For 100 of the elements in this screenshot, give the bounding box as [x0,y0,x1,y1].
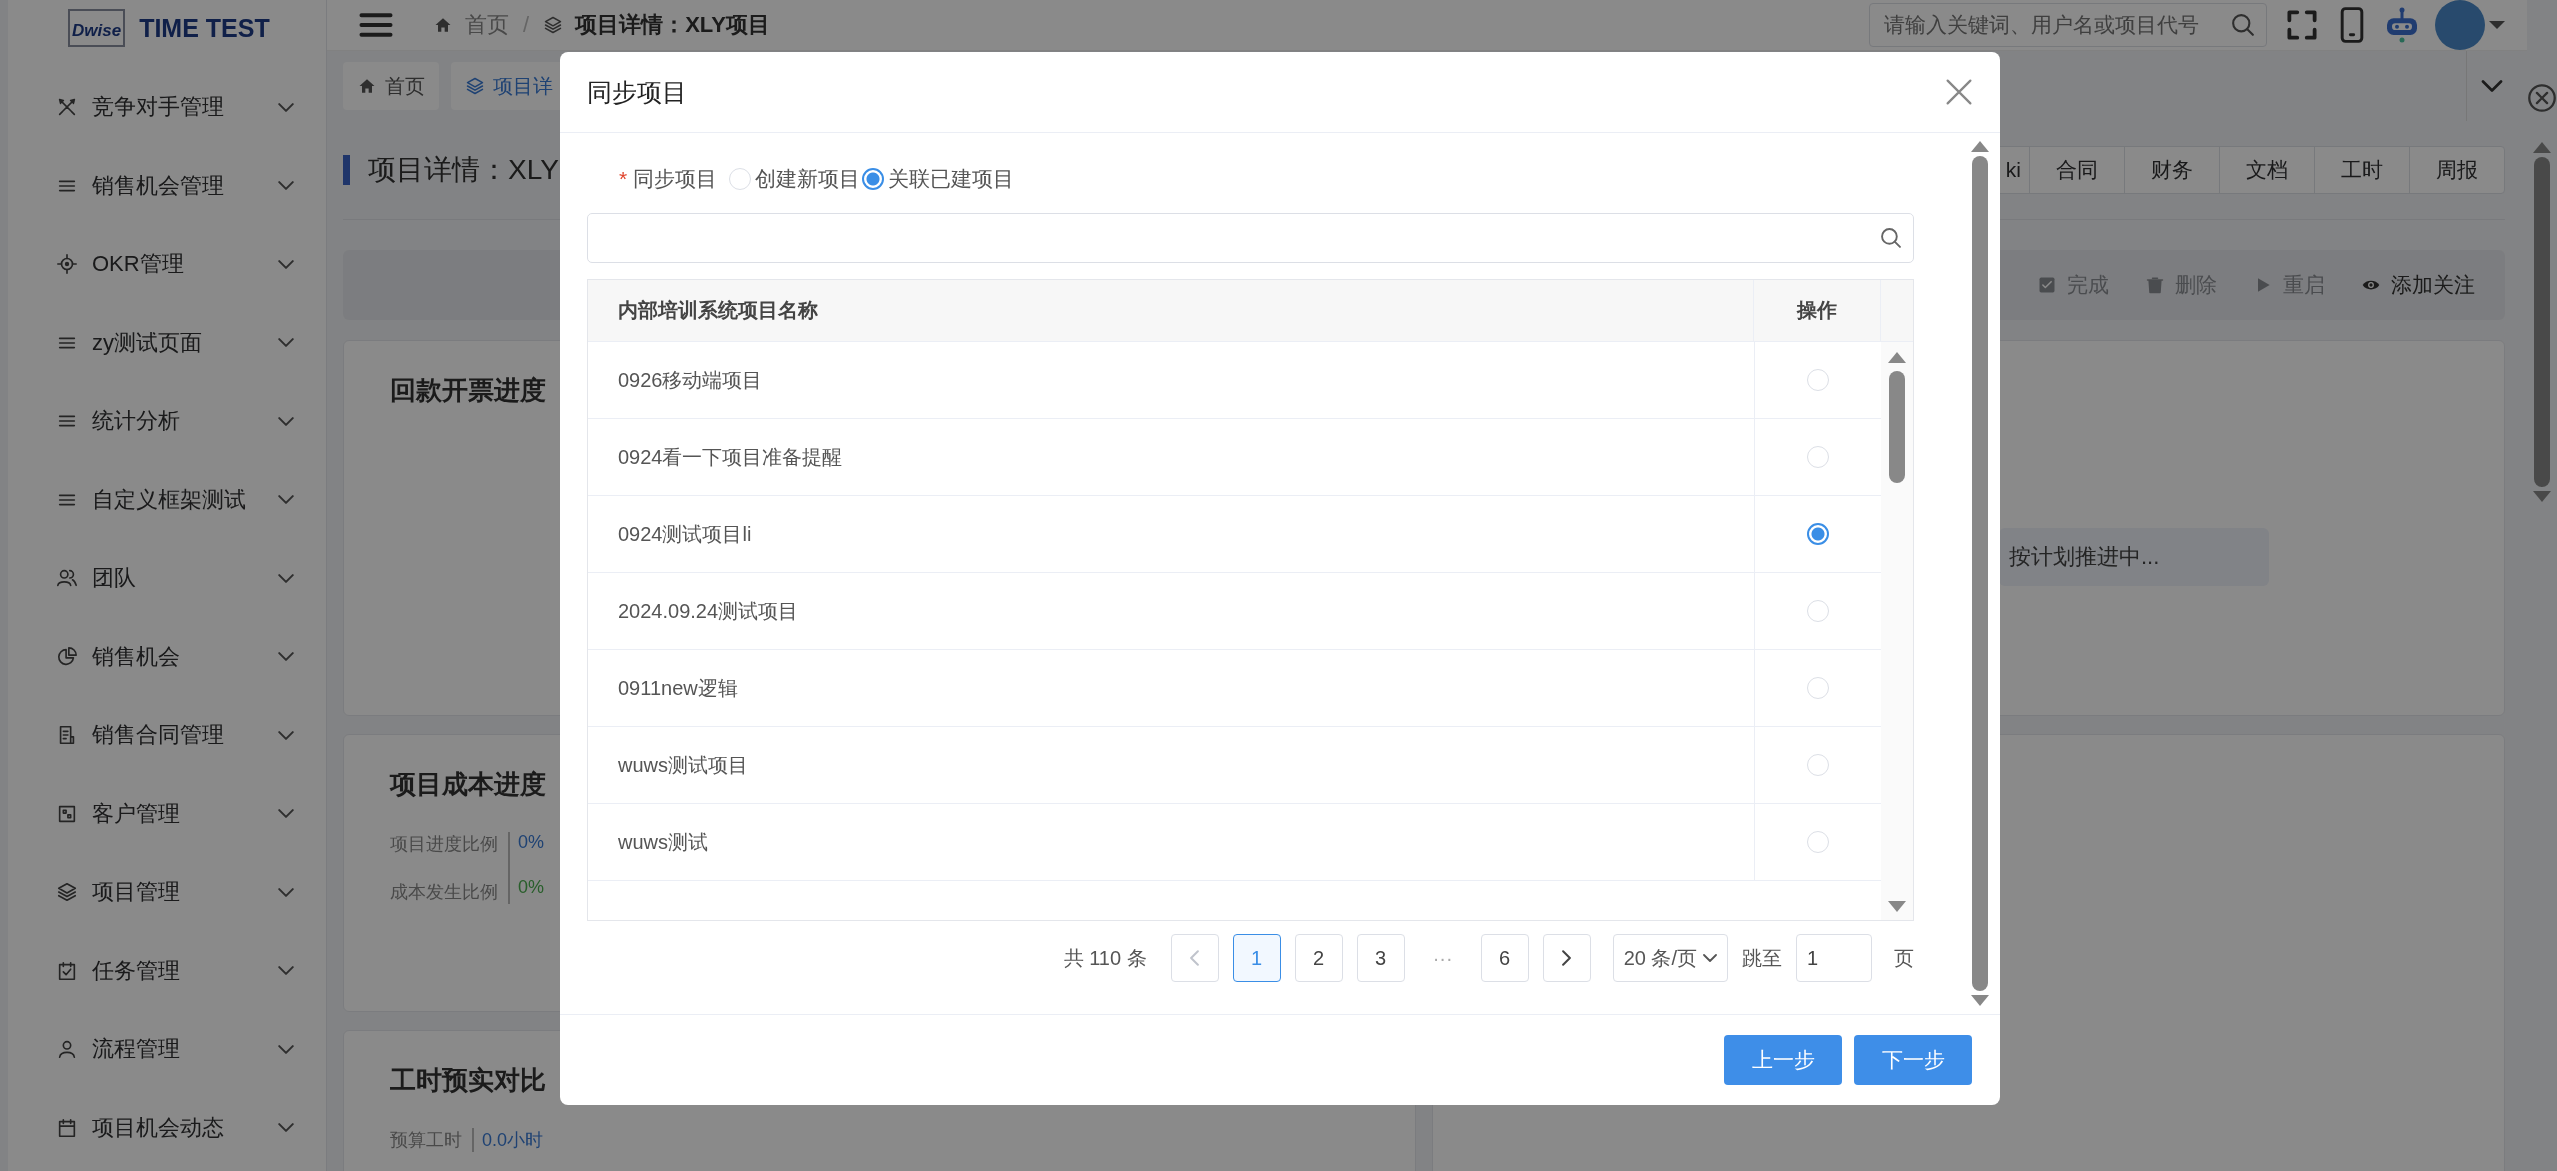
app-title: TIME TEST [139,13,270,43]
sidebar-item[interactable]: zy测试页面 [8,303,326,382]
radio-label[interactable]: 关联已建项目 [888,165,1015,193]
search-icon [1881,228,1901,248]
card-title: 项目成本进度 [390,768,546,801]
calendar-icon [56,1116,78,1139]
search-icon [2232,14,2254,36]
table-cell: 0911new逻辑 [588,650,1755,726]
sidebar-item[interactable]: OKR管理 [8,225,326,304]
search-field[interactable] [587,213,1914,263]
field-label: 同步项目 [633,166,718,192]
page-size-select[interactable]: 20 条/页 [1612,934,1728,982]
table-cell: wuws测试 [588,804,1755,880]
radio-button[interactable] [862,168,885,190]
stat-label: 成本发生比例 [390,881,498,904]
breadcrumb-item: 项目详情：XLY项目 [575,11,770,39]
jump-label: 跳至 [1742,945,1782,971]
sidebar-item[interactable]: 任务管理 [8,931,326,1010]
scrollbar[interactable] [1881,342,1913,920]
dialog-button[interactable]: 下一步 [1854,1035,1972,1085]
stat-label: 项目进度比例 [390,833,498,856]
target-icon [56,253,78,276]
calendar-check-icon [56,959,78,982]
close-circle-icon[interactable] [2528,84,2556,112]
sidebar-item[interactable]: 销售合同管理 [8,696,326,775]
stat-value: 0.0小时 [482,1129,544,1152]
chevron-down-icon [278,181,294,191]
section-tab[interactable]: 文档 [2219,147,2314,193]
chevron-down-icon [278,1044,294,1054]
chevron-down-icon [278,887,294,897]
radio-button[interactable] [1807,523,1829,545]
column-header: 操作 [1795,298,1838,323]
section-tab[interactable]: 周报 [2409,147,2504,193]
page-tab[interactable]: 首页 [343,62,439,110]
layers-icon [543,15,564,35]
logo-mark: Dwise [68,9,126,47]
table-cell: 2024.09.24测试项目 [588,573,1755,649]
sidebar-item-label: 销售机会管理 [92,171,225,200]
chevron-down-icon [278,416,294,426]
status-message: 按计划推进中... [1999,528,2269,586]
sidebar-item[interactable]: 销售机会 [8,617,326,696]
chevron-down-icon [278,259,294,269]
page-button[interactable]: 6 [1480,934,1529,982]
sidebar-item[interactable]: 竞争对手管理 [8,68,326,147]
dialog-title: 同步项目 [587,76,687,108]
sidebar-item[interactable]: 销售机会管理 [8,146,326,225]
sidebar-item[interactable]: 统计分析 [8,382,326,461]
page-button[interactable]: 2 [1294,934,1343,982]
page-button[interactable]: 3 [1356,934,1405,982]
sidebar-item[interactable]: 客户管理 [8,774,326,853]
caret-down-icon[interactable] [2489,21,2505,29]
sidebar-item-label: 项目机会动态 [92,1113,225,1142]
breadcrumb-item[interactable]: 首页 [465,10,509,40]
sidebar-item[interactable]: 项目机会动态 [8,1088,326,1167]
dialog-button[interactable]: 上一步 [1724,1035,1842,1085]
sidebar-item-label: 项目管理 [92,878,181,907]
sidebar-item-label: 自定义框架测试 [92,485,247,514]
table-cell: 0924看一下项目准备提醒 [588,419,1755,495]
card-title: 工时预实对比 [390,1064,546,1097]
section-tab[interactable]: 财务 [2124,147,2219,193]
chevron-down-icon [2481,80,2503,92]
table-cell: 0924测试项目li [588,496,1755,572]
trash-icon [2145,275,2165,295]
section-tab[interactable]: 合同 [2029,147,2124,193]
stat-value: 0% [518,832,544,853]
chevron-down-icon [278,338,294,348]
fullscreen-icon[interactable] [2287,7,2317,43]
chevron-down-icon [278,809,294,819]
sidebar-item-label: 客户管理 [92,799,181,828]
page-button[interactable]: 1 [1232,934,1281,982]
chevron-down-icon [278,102,294,112]
close-icon[interactable] [1946,79,1972,105]
chevron-down-icon [278,730,294,740]
chevron-down-icon [278,573,294,583]
breadcrumb-separator: / [523,12,530,38]
page-number-field[interactable]: 1 [1796,934,1872,982]
radio-label[interactable]: 创建新项目 [755,165,861,193]
sidebar-item-label: 统计分析 [92,407,181,436]
card-title: 回款开票进度 [390,374,546,407]
chevron-down-icon [278,495,294,505]
checkbox-icon [2037,275,2057,295]
table-cell: wuws测试项目 [588,727,1755,803]
table-cell: 0926移动端项目 [588,342,1755,418]
sidebar-item[interactable]: 流程管理 [8,1010,326,1089]
sidebar-item-label: OKR管理 [92,250,185,279]
sidebar-item[interactable]: 自定义框架测试 [8,460,326,539]
section-tab[interactable]: 工时 [2314,147,2409,193]
stat-label: 预算工时 [390,1129,462,1152]
chevron-down-icon [278,1123,294,1133]
layers-icon [56,881,78,904]
sidebar-item-label: 任务管理 [92,956,181,985]
robot-icon[interactable] [2387,7,2417,43]
search-field[interactable]: 请输入关键词、用户名或项目代号 [1869,3,2267,47]
action-button[interactable]: 添加关注 [2361,271,2475,299]
sidebar-item[interactable]: 项目管理 [8,853,326,932]
avatar[interactable] [2435,0,2485,50]
sidebar-item[interactable]: 团队 [8,539,326,618]
chevron-down-icon [1703,954,1717,962]
sidebar-item-label: 流程管理 [92,1035,181,1064]
chevron-down-icon [278,652,294,662]
